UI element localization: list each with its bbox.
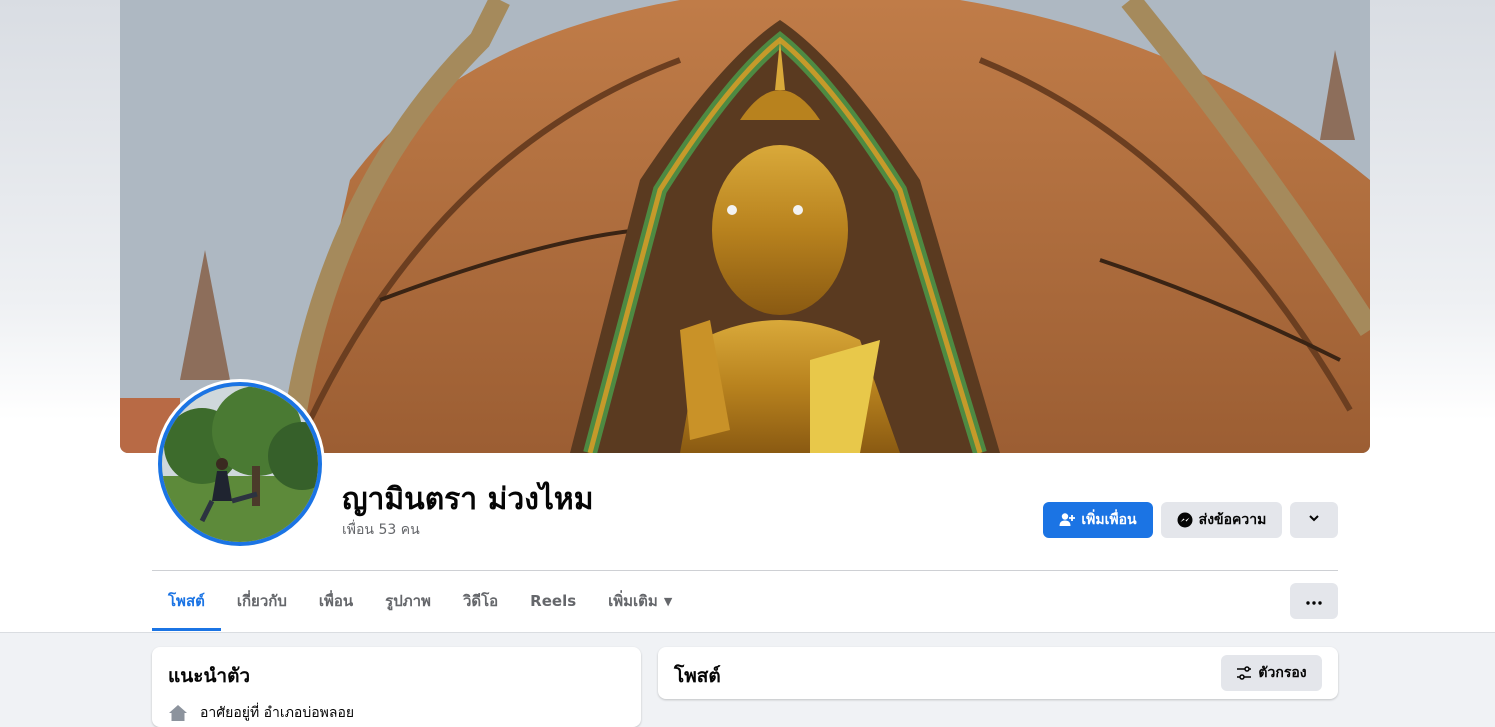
intro-row-text: อาศัยอยู่ที่ อำเภอบ่อพลอย: [200, 705, 355, 721]
profile-more-button[interactable]: [1290, 502, 1338, 538]
tab-videos[interactable]: วิดีโอ: [447, 572, 514, 630]
filter-icon: [1236, 666, 1252, 680]
chevron-down-icon: [1308, 512, 1320, 528]
filter-label: ตัวกรอง: [1258, 665, 1307, 681]
header-divider: [152, 570, 1338, 571]
tab-label: เพิ่มเติม: [608, 592, 658, 610]
message-button[interactable]: ส่งข้อความ: [1161, 502, 1282, 538]
tab-label: เพื่อน: [318, 592, 354, 610]
filter-button[interactable]: ตัวกรอง: [1221, 655, 1322, 691]
message-label: ส่งข้อความ: [1198, 512, 1267, 528]
profile-name: ญามินตรา ม่วงไหม: [342, 482, 594, 517]
tab-label: รูปภาพ: [385, 592, 431, 610]
tab-reels[interactable]: Reels: [514, 572, 592, 630]
tab-label: เกี่ยวกับ: [236, 592, 287, 610]
tab-label: Reels: [530, 592, 577, 610]
tab-posts[interactable]: โพสต์: [152, 572, 221, 631]
profile-avatar[interactable]: [158, 382, 322, 546]
tab-photos[interactable]: รูปภาพ: [369, 572, 447, 630]
home-icon: [168, 703, 188, 723]
tab-friends[interactable]: เพื่อน: [303, 572, 369, 630]
caret-down-icon: ▼: [663, 594, 673, 608]
profile-tabs: โพสต์ เกี่ยวกับ เพื่อน รูปภาพ วิดีโอ Ree…: [152, 572, 688, 632]
intro-card: แนะนำตัว อาศัยอยู่ที่ อำเภอบ่อพลอย: [152, 647, 641, 727]
friends-count[interactable]: เพื่อน 53 คน: [342, 519, 420, 541]
posts-title: โพสต์: [674, 665, 721, 687]
add-friend-button[interactable]: เพิ่มเพื่อน: [1043, 502, 1153, 538]
more-dots-icon: [1306, 593, 1322, 609]
add-friend-label: เพิ่มเพื่อน: [1081, 512, 1137, 528]
tabs-more-button[interactable]: [1290, 583, 1338, 619]
messenger-icon: [1177, 512, 1193, 528]
add-friend-icon: [1059, 512, 1076, 528]
intro-row-residence: อาศัยอยู่ที่ อำเภอบ่อพลอย: [168, 702, 354, 724]
tab-more[interactable]: เพิ่มเติม ▼: [592, 572, 688, 630]
tab-about[interactable]: เกี่ยวกับ: [221, 572, 303, 630]
tab-label: วิดีโอ: [462, 592, 499, 610]
tab-label: โพสต์: [168, 592, 205, 610]
intro-title: แนะนำตัว: [168, 665, 251, 687]
